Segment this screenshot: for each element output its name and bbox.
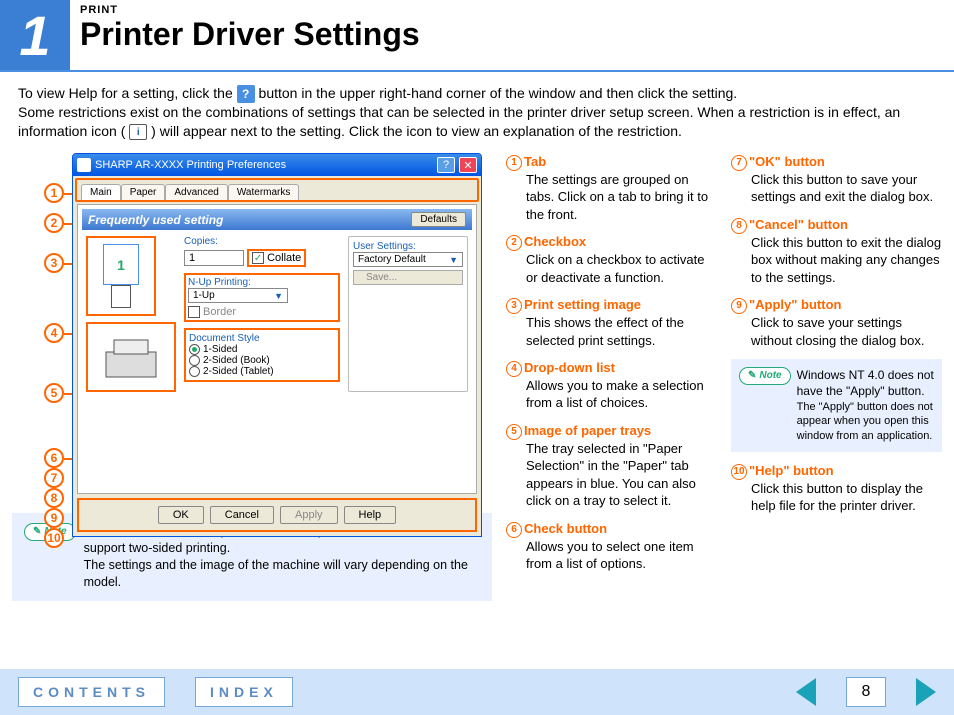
note2-line1: Windows NT 4.0 does not have the "Apply"… [797, 367, 934, 399]
def-title-trays: Image of paper trays [524, 423, 651, 438]
chapter-number: 1 [0, 0, 70, 70]
callout-7: 7 [44, 468, 64, 488]
window-title: SHARP AR-XXXX Printing Preferences [95, 159, 433, 171]
border-label: Border [203, 306, 236, 318]
cancel-button[interactable]: Cancel [210, 506, 274, 524]
callout-5: 5 [44, 383, 64, 403]
intro-text: To view Help for a setting, click the ? … [0, 72, 954, 147]
printer-icon [96, 332, 166, 382]
page-footer: CONTENTS INDEX 8 [0, 669, 954, 715]
callout-1: 1 [44, 183, 64, 203]
def-title-cancel: "Cancel" button [749, 217, 848, 232]
tab-paper[interactable]: Paper [121, 184, 166, 200]
screenshot-column: 1 2 3 4 5 6 7 8 9 10 SHARP AR-XXXX Print… [12, 153, 492, 601]
chevron-down-icon: ▼ [274, 291, 283, 301]
chevron-down-icon: ▼ [449, 255, 458, 265]
page-title: Printer Driver Settings [80, 16, 420, 53]
index-button[interactable]: INDEX [195, 677, 293, 707]
help-icon: ? [237, 85, 255, 103]
def-title-checkbox: Checkbox [524, 234, 586, 249]
help-button[interactable]: Help [344, 506, 397, 524]
def-title-help: "Help" button [749, 463, 834, 478]
def-title-tab: Tab [524, 154, 546, 169]
doc-style-label: Document Style [189, 333, 335, 344]
callout-4: 4 [44, 323, 64, 343]
def-title-print-image: Print setting image [524, 297, 641, 312]
border-checkbox[interactable] [188, 306, 200, 318]
titlebar-close-button[interactable]: ✕ [459, 157, 477, 173]
def-title-checkbutton: Check button [524, 521, 607, 536]
copies-label: Copies: [184, 236, 340, 247]
next-page-button[interactable] [916, 678, 936, 706]
tab-main[interactable]: Main [81, 184, 121, 200]
callout-3: 3 [44, 253, 64, 273]
defaults-button[interactable]: Defaults [411, 212, 466, 227]
save-button[interactable]: Save... [353, 270, 463, 285]
callout-2: 2 [44, 213, 64, 233]
collate-label: Collate [267, 252, 301, 264]
radio-2sided-tablet[interactable] [189, 366, 200, 377]
header-eyebrow: PRINT [80, 4, 420, 16]
tab-watermarks[interactable]: Watermarks [228, 184, 300, 200]
nup-select[interactable]: 1-Up▼ [188, 288, 288, 303]
ok-button[interactable]: OK [158, 506, 204, 524]
user-settings-select[interactable]: Factory Default▼ [353, 252, 463, 267]
dialog-button-row: OK Cancel Apply Help [77, 498, 477, 532]
nup-label: N-Up Printing: [188, 277, 336, 288]
def-title-dropdown: Drop-down list [524, 360, 615, 375]
page-header: 1 PRINT Printer Driver Settings [0, 0, 954, 72]
def-title-apply: "Apply" button [749, 297, 841, 312]
callout-8: 8 [44, 488, 64, 508]
def-title-ok: "OK" button [749, 154, 825, 169]
callout-9: 9 [44, 508, 64, 528]
callout-10: 10 [44, 528, 64, 548]
printer-dialog: SHARP AR-XXXX Printing Preferences ? ✕ M… [72, 153, 482, 537]
frequently-used-label: Frequently used setting [88, 213, 223, 227]
note-box-2: Note Windows NT 4.0 does not have the "A… [731, 359, 942, 452]
tab-advanced[interactable]: Advanced [165, 184, 227, 200]
tab-bar: Main Paper Advanced Watermarks [75, 178, 479, 202]
frequently-used-bar: Frequently used setting Defaults [82, 209, 472, 230]
window-icon [77, 158, 91, 172]
definitions-column: 1TabThe settings are grouped on tabs. Cl… [506, 153, 942, 601]
radio-2sided-book[interactable] [189, 355, 200, 366]
copies-input[interactable]: 1 [184, 250, 244, 266]
radio-1sided[interactable] [189, 344, 200, 355]
document-icon [111, 285, 131, 308]
contents-button[interactable]: CONTENTS [18, 677, 165, 707]
callout-6: 6 [44, 448, 64, 468]
prev-page-button[interactable] [796, 678, 816, 706]
titlebar-help-button[interactable]: ? [437, 157, 455, 173]
paper-tray-image[interactable] [86, 322, 176, 392]
apply-button[interactable]: Apply [280, 506, 338, 524]
note2-line2: The "Apply" button does not appear when … [797, 400, 934, 445]
info-icon: i [129, 124, 147, 140]
titlebar: SHARP AR-XXXX Printing Preferences ? ✕ [73, 154, 481, 176]
preview-page-icon: 1 [103, 244, 139, 285]
user-settings-label: User Settings: [353, 241, 463, 252]
print-preview-image: 1 [86, 236, 156, 316]
page-number: 8 [846, 677, 886, 707]
collate-checkbox-wrap: ✓ Collate [247, 249, 306, 267]
note-badge: Note [739, 367, 791, 385]
collate-checkbox[interactable]: ✓ [252, 252, 264, 264]
